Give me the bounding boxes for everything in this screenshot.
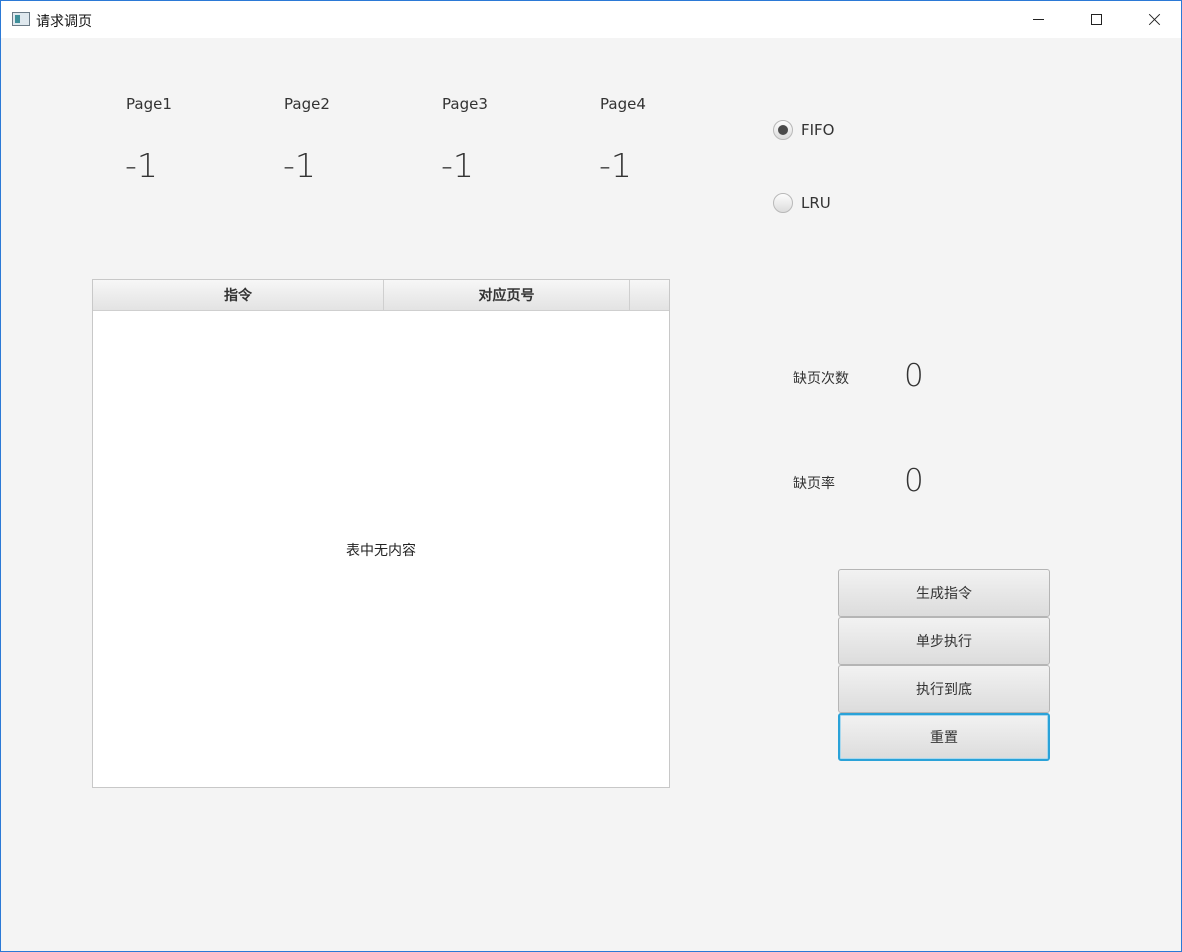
window-title: 请求调页: [36, 14, 92, 30]
page-fault-rate-label: 缺页率: [793, 476, 835, 492]
page-fault-count-label: 缺页次数: [793, 371, 849, 387]
step-execute-button[interactable]: 单步执行: [838, 617, 1050, 665]
page4-value: -1: [599, 146, 632, 185]
table-header: 指令 对应页号: [93, 280, 669, 311]
page2-label: Page2: [284, 95, 330, 113]
app-icon: [12, 12, 30, 26]
radio-lru-label: LRU: [801, 194, 831, 212]
maximize-icon: [1090, 14, 1102, 25]
page1-label: Page1: [126, 95, 172, 113]
instruction-table[interactable]: 指令 对应页号 表中无内容: [92, 279, 670, 788]
generate-instructions-button[interactable]: 生成指令: [838, 569, 1050, 617]
minimize-button[interactable]: [1009, 1, 1067, 38]
column-header-instruction[interactable]: 指令: [93, 280, 384, 310]
run-to-end-button[interactable]: 执行到底: [838, 665, 1050, 713]
reset-button[interactable]: 重置: [838, 713, 1050, 761]
minimize-icon: [1032, 19, 1044, 20]
title-bar: 请求调页: [1, 1, 1181, 38]
radio-lru[interactable]: LRU: [773, 193, 831, 213]
page3-value: -1: [441, 146, 474, 185]
page-fault-count-value: 0: [904, 358, 924, 394]
close-button[interactable]: [1125, 1, 1182, 38]
radio-dot-icon: [778, 125, 788, 135]
close-icon: [1148, 13, 1161, 26]
radio-fifo[interactable]: FIFO: [773, 120, 835, 140]
radio-fifo-label: FIFO: [801, 121, 835, 139]
page3-label: Page3: [442, 95, 488, 113]
page1-value: -1: [125, 146, 158, 185]
table-empty-placeholder: 表中无内容: [346, 543, 416, 559]
page4-label: Page4: [600, 95, 646, 113]
radio-button-selected[interactable]: [773, 120, 793, 140]
column-header-filler: [630, 280, 669, 310]
maximize-button[interactable]: [1067, 1, 1125, 38]
radio-button-unselected[interactable]: [773, 193, 793, 213]
page2-value: -1: [283, 146, 316, 185]
app-window: 请求调页 Page1 -1 Page2 -1 Page3 -1 Page4 -1…: [0, 0, 1182, 952]
column-header-page-number[interactable]: 对应页号: [384, 280, 630, 310]
page-fault-rate-value: 0: [904, 463, 924, 499]
